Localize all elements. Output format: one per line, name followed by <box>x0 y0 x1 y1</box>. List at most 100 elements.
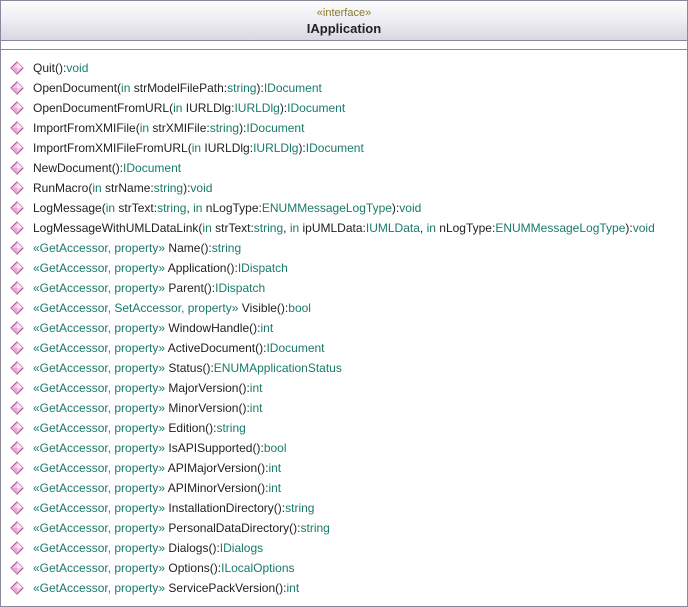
param-direction: in <box>193 201 202 215</box>
return-type: IDocument <box>264 81 322 95</box>
operation-signature: ImportFromXMIFileFromURL(in IURLDlg:IURL… <box>33 140 364 156</box>
operation-stereotype: «GetAccessor, property» <box>33 521 165 535</box>
operation-row: «GetAccessor, SetAccessor, property» Vis… <box>7 298 681 318</box>
operation-row: OpenDocument(in strModelFilePath:string)… <box>7 78 681 98</box>
param-name: ipUMLData <box>303 221 363 235</box>
param-name: nLogType <box>206 201 259 215</box>
operation-row: «GetAccessor, property» InstallationDire… <box>7 498 681 518</box>
operation-name: Edition <box>168 421 205 435</box>
operation-name: RunMacro <box>33 181 88 195</box>
operation-name: IsAPISupported <box>168 441 252 455</box>
operation-stereotype: «GetAccessor, property» <box>33 281 165 295</box>
operation-icon <box>7 481 27 495</box>
param-type: ENUMMessageLogType <box>262 201 392 215</box>
operation-name: Options <box>168 561 209 575</box>
operation-name: Application <box>168 261 227 275</box>
operation-name: MinorVersion <box>168 401 238 415</box>
operation-stereotype: «GetAccessor, property» <box>33 241 165 255</box>
return-type: IDispatch <box>238 261 288 275</box>
compartment-separator <box>1 41 687 50</box>
operation-row: «GetAccessor, property» ServicePackVersi… <box>7 578 681 598</box>
return-type: IDocument <box>246 121 304 135</box>
operation-signature: Quit():void <box>33 60 88 76</box>
param-type: IUMLData <box>366 221 420 235</box>
param-name: strName <box>105 181 150 195</box>
uml-class-header: «interface» IApplication <box>1 1 687 41</box>
operation-signature: «GetAccessor, property» APIMajorVersion(… <box>33 460 281 476</box>
operation-signature: «GetAccessor, property» Status():ENUMApp… <box>33 360 342 376</box>
operation-signature: «GetAccessor, property» InstallationDire… <box>33 500 314 516</box>
param-direction: in <box>173 101 182 115</box>
operation-signature: «GetAccessor, property» ServicePackVersi… <box>33 580 299 596</box>
operation-row: «GetAccessor, property» APIMinorVersion(… <box>7 478 681 498</box>
operation-name: Name <box>168 241 200 255</box>
operation-row: «GetAccessor, property» WindowHandle():i… <box>7 318 681 338</box>
return-type: IDocument <box>123 161 181 175</box>
operation-stereotype: «GetAccessor, property» <box>33 581 165 595</box>
operation-icon <box>7 301 27 315</box>
param-name: strText <box>215 221 250 235</box>
return-type: IDialogs <box>220 541 263 555</box>
operation-signature: ImportFromXMIFile(in strXMIFile:string):… <box>33 120 304 136</box>
operation-name: Visible <box>242 301 277 315</box>
operation-icon <box>7 181 27 195</box>
operation-stereotype: «GetAccessor, property» <box>33 261 165 275</box>
operation-row: LogMessageWithUMLDataLink(in strText:str… <box>7 218 681 238</box>
operation-row: «GetAccessor, property» Options():ILocal… <box>7 558 681 578</box>
return-type: string <box>300 521 329 535</box>
return-type: IDocument <box>266 341 324 355</box>
operation-row: «GetAccessor, property» MinorVersion():i… <box>7 398 681 418</box>
return-type: void <box>399 201 421 215</box>
return-type: string <box>216 421 245 435</box>
operation-name: ServicePackVersion <box>168 581 275 595</box>
operation-row: «GetAccessor, property» Application():ID… <box>7 258 681 278</box>
operation-signature: NewDocument():IDocument <box>33 160 181 176</box>
operation-row: ImportFromXMIFile(in strXMIFile:string):… <box>7 118 681 138</box>
param-direction: in <box>106 201 115 215</box>
operation-row: «GetAccessor, property» MajorVersion():i… <box>7 378 681 398</box>
param-name: strText <box>118 201 153 215</box>
operation-row: Quit():void <box>7 58 681 78</box>
operation-signature: LogMessage(in strText:string, in nLogTyp… <box>33 200 421 216</box>
operation-name: ActiveDocument <box>168 341 255 355</box>
operation-icon <box>7 541 27 555</box>
return-type: int <box>250 381 263 395</box>
operation-row: ImportFromXMIFileFromURL(in IURLDlg:IURL… <box>7 138 681 158</box>
operation-name: Status <box>168 361 202 375</box>
param-type: string <box>210 121 239 135</box>
operation-name: APIMinorVersion <box>168 481 257 495</box>
class-title: IApplication <box>1 21 687 36</box>
class-stereotype: «interface» <box>1 7 687 19</box>
uml-class-box: «interface» IApplication Quit():void Open… <box>0 0 688 607</box>
operation-stereotype: «GetAccessor, property» <box>33 441 165 455</box>
param-direction: in <box>92 181 101 195</box>
return-type: IDocument <box>287 101 345 115</box>
operation-stereotype: «GetAccessor, property» <box>33 461 165 475</box>
operation-signature: «GetAccessor, property» Application():ID… <box>33 260 288 276</box>
operation-signature: «GetAccessor, property» APIMinorVersion(… <box>33 480 281 496</box>
operation-icon <box>7 121 27 135</box>
operation-icon <box>7 141 27 155</box>
operation-stereotype: «GetAccessor, property» <box>33 541 165 555</box>
return-type: int <box>286 581 299 595</box>
operation-icon <box>7 561 27 575</box>
operation-signature: RunMacro(in strName:string):void <box>33 180 212 196</box>
operation-name: OpenDocument <box>33 81 117 95</box>
param-direction: in <box>290 221 299 235</box>
operation-row: «GetAccessor, property» Status():ENUMApp… <box>7 358 681 378</box>
operation-icon <box>7 341 27 355</box>
operation-name: LogMessage <box>33 201 102 215</box>
operation-signature: OpenDocument(in strModelFilePath:string)… <box>33 80 322 96</box>
param-direction: in <box>121 81 130 95</box>
return-type: IDocument <box>306 141 364 155</box>
operation-name: Quit <box>33 61 55 75</box>
operation-icon <box>7 81 27 95</box>
operation-row: «GetAccessor, property» APIMajorVersion(… <box>7 458 681 478</box>
param-type: IURLDlg <box>253 141 298 155</box>
operation-row: «GetAccessor, property» IsAPISupported()… <box>7 438 681 458</box>
operation-icon <box>7 381 27 395</box>
operation-stereotype: «GetAccessor, SetAccessor, property» <box>33 301 238 315</box>
return-type: ENUMApplicationStatus <box>214 361 342 375</box>
operation-name: InstallationDirectory <box>168 501 273 515</box>
return-type: int <box>268 461 281 475</box>
